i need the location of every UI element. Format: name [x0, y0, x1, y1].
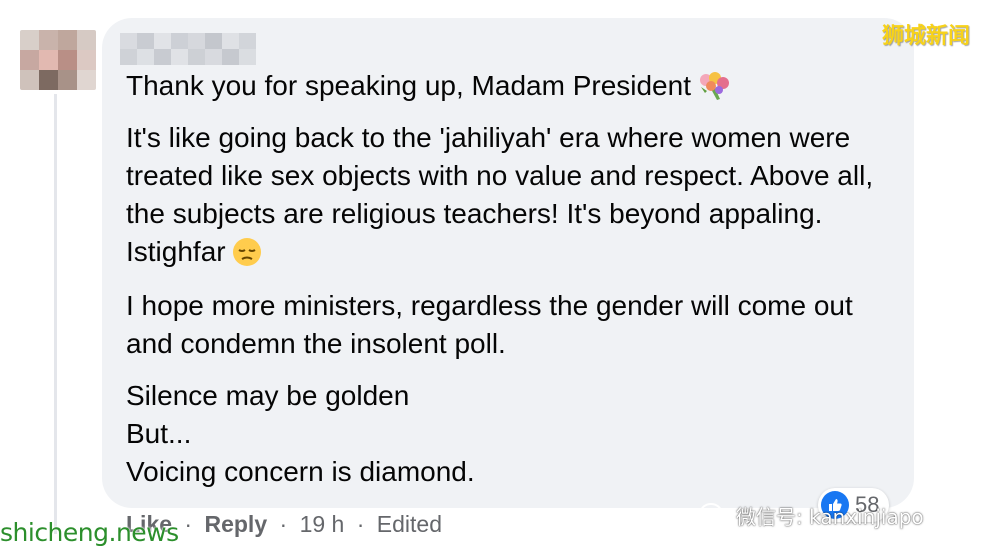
wechat-watermark: 微信号: kanxinjiapo — [700, 498, 924, 532]
comment-paragraph-3: I hope more ministers, regardless the ge… — [126, 287, 896, 363]
separator: · — [356, 511, 365, 537]
timestamp-link[interactable]: 19 h — [300, 511, 345, 537]
paragraph-text: Thank you for speaking up, Madam Preside… — [126, 70, 691, 101]
comment-paragraph-1: Thank you for speaking up, Madam Preside… — [126, 67, 896, 111]
separator: · — [279, 511, 288, 537]
paragraph-line: Silence may be golden — [126, 380, 410, 411]
paragraph-line: Voicing concern is diamond. — [126, 456, 475, 487]
reply-link[interactable]: Reply — [204, 511, 267, 537]
pensive-face-icon — [232, 237, 262, 277]
comment-paragraph-2: It's like going back to the 'jahiliyah' … — [126, 119, 896, 277]
thread-line — [54, 94, 57, 534]
bouquet-icon — [697, 71, 731, 111]
watermark-bottom-left: shicheng.news — [0, 518, 179, 547]
paragraph-text: I hope more ministers, regardless the ge… — [126, 290, 853, 359]
avatar[interactable] — [20, 30, 96, 90]
comment-paragraph-4: Silence may be golden But... Voicing con… — [126, 377, 896, 491]
separator: · — [184, 511, 193, 537]
wechat-id: 微信号: kanxinjiapo — [736, 504, 924, 529]
author-name-blurred[interactable] — [120, 33, 256, 65]
wechat-icon — [700, 503, 729, 526]
paragraph-line: But... — [126, 418, 192, 449]
watermark-top-right: 狮城新闻 — [881, 24, 970, 49]
edited-label[interactable]: Edited — [377, 511, 442, 537]
